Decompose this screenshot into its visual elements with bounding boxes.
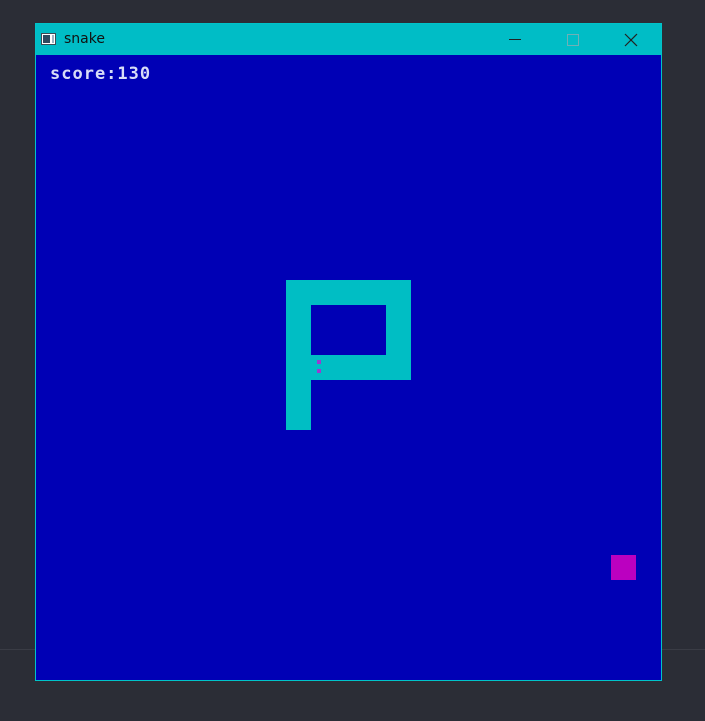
score-value: 130 <box>117 64 152 84</box>
maximize-icon <box>567 34 579 46</box>
snake-segment <box>386 305 411 355</box>
score-label: score: <box>50 64 118 84</box>
snake-eye <box>317 360 321 364</box>
maximize-button[interactable] <box>544 24 602 55</box>
window-title: snake <box>64 31 105 47</box>
minimize-icon <box>509 39 521 40</box>
snake-segment <box>286 280 411 305</box>
snake-segment <box>286 305 311 430</box>
snake-eye <box>317 369 321 373</box>
close-button[interactable] <box>602 24 660 55</box>
app-icon <box>41 33 56 45</box>
score-display: score:130 <box>50 64 151 84</box>
game-canvas[interactable]: score:130 <box>36 55 661 680</box>
title-bar[interactable]: snake <box>36 24 661 55</box>
snake-segment <box>311 355 411 380</box>
game-window: snake score:130 <box>35 23 662 681</box>
close-icon <box>624 33 638 47</box>
minimize-button[interactable] <box>486 24 544 55</box>
food-pellet <box>611 555 636 580</box>
